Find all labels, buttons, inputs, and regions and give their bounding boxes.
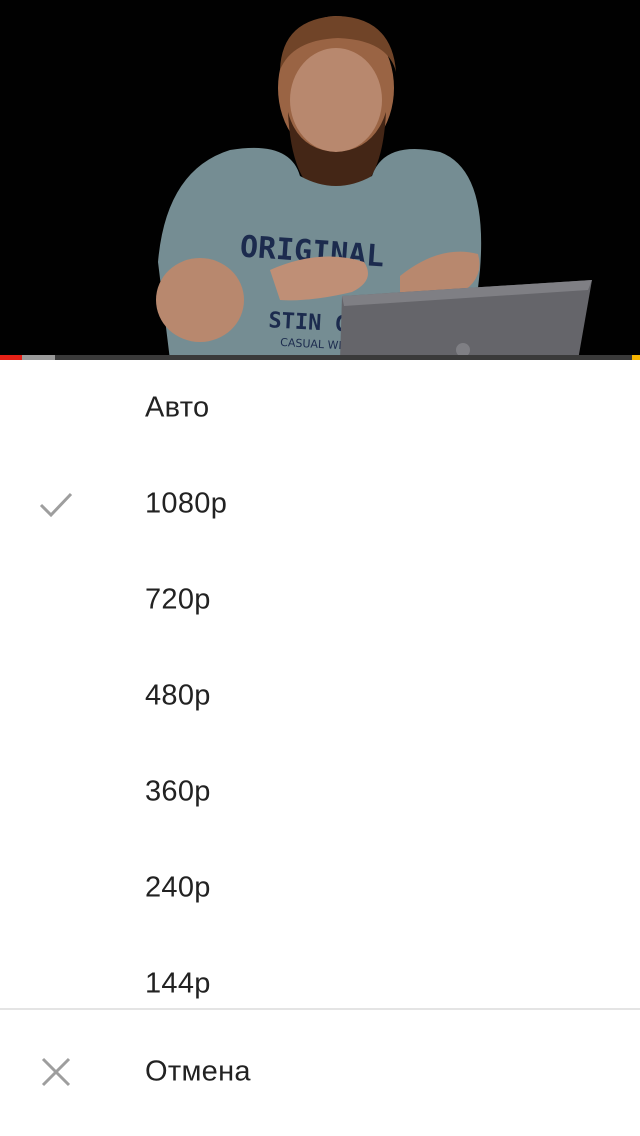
quality-option-240p[interactable]: 240p — [0, 840, 640, 936]
checkmark-icon — [39, 492, 73, 518]
quality-option-label: 720p — [145, 583, 211, 616]
screen: ORIGINAL STIN C CASUAL WEAR Авто 1080p 7… — [0, 0, 640, 1136]
video-player[interactable]: ORIGINAL STIN C CASUAL WEAR — [0, 0, 640, 360]
cancel-button[interactable]: Отмена — [0, 1010, 640, 1136]
quality-option-list: Авто 1080p 720p 480p 360p 240p 144p — [0, 360, 640, 1010]
cancel-label: Отмена — [145, 1055, 251, 1088]
video-frame: ORIGINAL STIN C CASUAL WEAR — [0, 0, 640, 360]
quality-option-360p[interactable]: 360p — [0, 744, 640, 840]
quality-option-label: 480p — [145, 679, 211, 712]
quality-option-1080p[interactable]: 1080p — [0, 456, 640, 552]
quality-bottom-sheet: Авто 1080p 720p 480p 360p 240p 144p Отме… — [0, 360, 640, 1136]
quality-option-480p[interactable]: 480p — [0, 648, 640, 744]
quality-option-label: 1080p — [145, 487, 228, 520]
quality-option-label: Авто — [145, 391, 210, 424]
quality-option-label: 240p — [145, 871, 211, 904]
quality-option-auto[interactable]: Авто — [0, 360, 640, 456]
close-icon — [41, 1057, 71, 1087]
quality-option-720p[interactable]: 720p — [0, 552, 640, 648]
quality-option-label: 360p — [145, 775, 211, 808]
quality-option-label: 144p — [145, 967, 211, 1000]
